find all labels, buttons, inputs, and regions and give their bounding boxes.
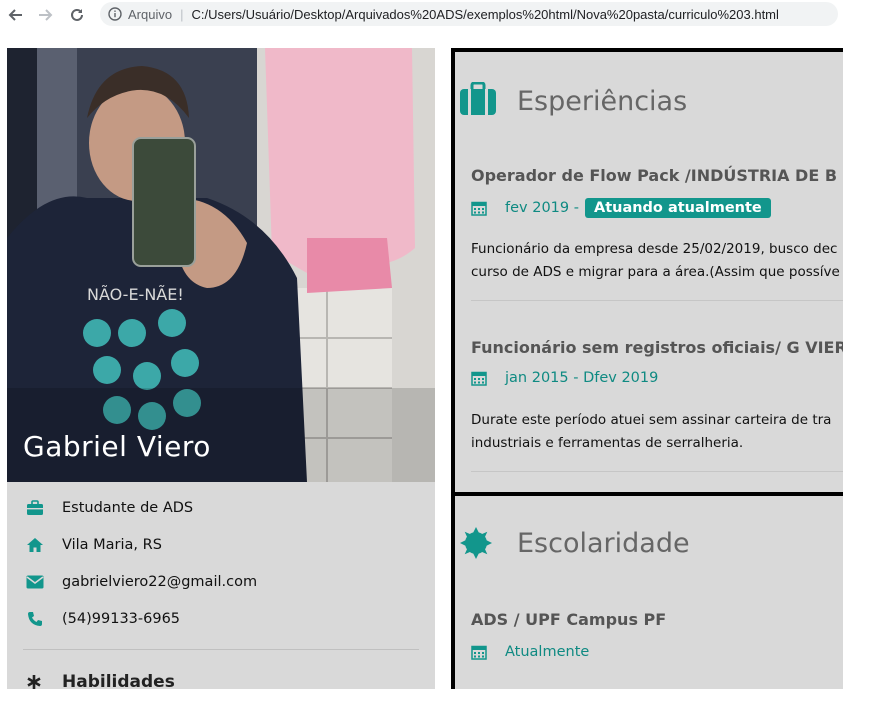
info-row-location: Vila Maria, RS	[7, 530, 435, 560]
skills-title: Habilidades	[62, 672, 175, 689]
arrow-right-icon	[39, 9, 53, 21]
profile-photo: NÃO-E-NÃE! Gabriel Viero	[7, 48, 435, 482]
svg-text:NÃO-E-NÃE!: NÃO-E-NÃE!	[87, 285, 184, 304]
info-row-phone: (54)99133-6965	[7, 604, 435, 634]
forward-button[interactable]	[33, 3, 57, 27]
education-item-title: ADS / UPF Campus PF	[471, 610, 667, 629]
info-row-occupation: Estudante de ADS	[7, 493, 435, 523]
education-header	[459, 526, 493, 564]
job-description: Funcionário da empresa desde 25/02/2019,…	[471, 238, 840, 284]
divider	[471, 300, 843, 301]
job-desc-line: curso de ADS e migrar para a área.(Assim…	[471, 264, 840, 280]
home-icon	[26, 536, 44, 554]
current-badge: Atuando atualmente	[584, 198, 771, 218]
reload-icon	[71, 8, 83, 21]
experience-title: Esperiências	[517, 86, 688, 117]
right-column: Esperiências Operador de Flow Pack /INDÚ…	[451, 46, 843, 689]
job-date-text: fev 2019 -	[505, 200, 579, 216]
location-text: Vila Maria, RS	[62, 537, 162, 553]
job-desc-line: Funcionário da empresa desde 25/02/2019,…	[471, 241, 838, 257]
divider	[471, 471, 843, 472]
occupation-text: Estudante de ADS	[62, 500, 194, 516]
back-button[interactable]	[4, 3, 28, 27]
job-desc-line: industriais e ferramentas de serralheria…	[471, 435, 744, 451]
suitcase-icon	[459, 81, 497, 120]
profile-card: NÃO-E-NÃE! Gabriel Viero Estudante de AD…	[7, 48, 435, 689]
divider	[23, 649, 419, 650]
experience-header	[459, 81, 497, 120]
info-row-email: gabrielviero22@gmail.com	[7, 567, 435, 597]
job-desc-line: Durate este período atuei sem assinar ca…	[471, 412, 832, 428]
job-title: Funcionário sem registros oficiais/ G VI…	[471, 338, 843, 357]
profile-name: Gabriel Viero	[23, 430, 211, 463]
calendar-icon	[471, 645, 487, 660]
experience-panel: Esperiências Operador de Flow Pack /INDÚ…	[451, 48, 843, 492]
info-icon[interactable]	[108, 7, 122, 21]
briefcase-icon	[26, 499, 44, 517]
browser-toolbar: Arquivo | C:/Users/Usuário/Desktop/Arqui…	[0, 0, 891, 30]
phone-icon	[26, 610, 44, 628]
education-title: Escolaridade	[517, 528, 690, 559]
job-title: Operador de Flow Pack /INDÚSTRIA DE B	[471, 166, 838, 185]
phone-text: (54)99133-6965	[62, 611, 181, 627]
url-text: C:/Users/Usuário/Desktop/Arquivados%20AD…	[191, 6, 779, 22]
envelope-icon	[26, 573, 44, 591]
job-date: jan 2015 - Dfev 2019	[471, 370, 658, 386]
email-text: gabrielviero22@gmail.com	[62, 574, 258, 590]
education-panel: Escolaridade ADS / UPF Campus PF Atualme…	[451, 492, 843, 689]
skills-heading: Habilidades	[26, 672, 175, 689]
certificate-icon	[459, 526, 493, 564]
job-description: Durate este período atuei sem assinar ca…	[471, 409, 831, 455]
reload-button[interactable]	[65, 3, 89, 27]
job-date-text: jan 2015 - Dfev 2019	[505, 370, 659, 386]
calendar-icon	[471, 201, 487, 216]
calendar-icon	[471, 371, 487, 386]
url-separator: |	[180, 6, 184, 22]
job-date: fev 2019 - Atuando atualmente	[471, 198, 771, 218]
arrow-left-icon	[8, 9, 22, 21]
education-date-text: Atualmente	[505, 644, 590, 660]
scheme-label: Arquivo	[128, 6, 173, 22]
address-bar[interactable]: Arquivo | C:/Users/Usuário/Desktop/Arqui…	[100, 2, 838, 26]
asterisk-icon	[26, 674, 42, 689]
education-item-date: Atualmente	[471, 644, 589, 660]
